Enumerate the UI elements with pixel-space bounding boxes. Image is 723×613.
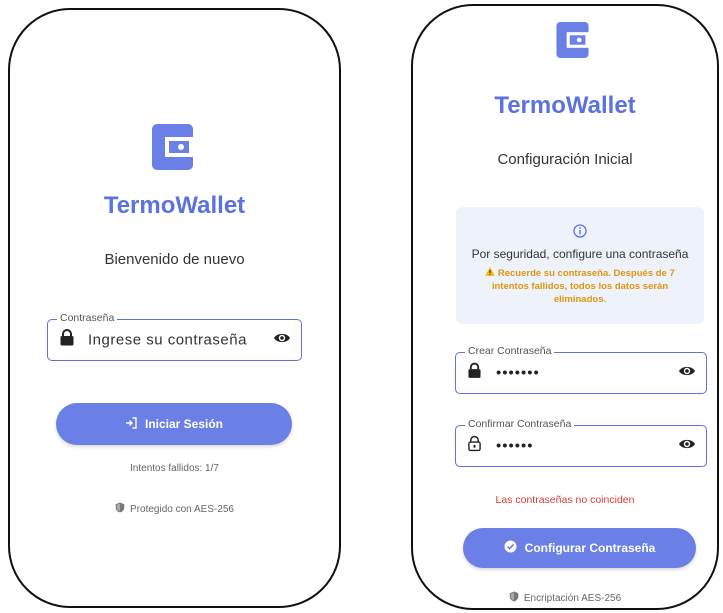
- wallet-icon: [152, 124, 193, 170]
- password-field[interactable]: Contraseña Ingrese su contraseña: [47, 312, 302, 361]
- create-password-field[interactable]: Crear Contraseña •••••••: [455, 345, 707, 394]
- shield-icon: [115, 502, 125, 516]
- confirm-password-field[interactable]: Confirmar Contraseña ••••••: [455, 418, 707, 467]
- eye-icon[interactable]: [273, 331, 291, 349]
- wallet-icon: [556, 22, 589, 58]
- create-password-label: Crear Contraseña: [465, 345, 555, 357]
- eye-icon[interactable]: [678, 364, 696, 382]
- encryption-note-text: Encriptación AES-256: [523, 592, 622, 604]
- create-password-value: •••••••: [496, 364, 540, 382]
- login-screen: TermoWallet Bienvenido de nuevo Contrase…: [8, 8, 341, 608]
- check-circle-icon: [504, 540, 517, 556]
- lock-icon: [468, 362, 481, 384]
- info-message: Por seguridad, configure una contraseña: [471, 247, 689, 261]
- failed-attempts: Intentos fallidos: 1/7: [130, 463, 219, 474]
- login-button[interactable]: Iniciar Sesión: [56, 403, 292, 445]
- login-button-label: Iniciar Sesión: [144, 417, 224, 431]
- app-title: TermoWallet: [103, 192, 246, 219]
- confirm-password-label: Confirmar Contraseña: [465, 418, 575, 430]
- eye-icon[interactable]: [678, 437, 696, 455]
- security-note: Protegido con AES-256: [10, 502, 339, 516]
- warning-message: Recuerde su contraseña. Después de 7 int…: [456, 267, 704, 306]
- login-icon: [125, 416, 137, 432]
- lock-open-icon: [468, 435, 481, 457]
- warning-text: Recuerde su contraseña. Después de 7 int…: [491, 268, 675, 305]
- password-mismatch-error: Las contraseñas no coinciden: [495, 494, 635, 506]
- password-label: Contraseña: [57, 312, 118, 324]
- configure-button-label: Configurar Contraseña: [524, 541, 656, 555]
- lock-icon: [60, 329, 74, 351]
- welcome-text: Bienvenido de nuevo: [104, 251, 245, 268]
- info-icon: [573, 224, 587, 243]
- info-box: Por seguridad, configure una contraseña …: [456, 207, 704, 324]
- setup-screen: TermoWallet Configuración Inicial Por se…: [411, 4, 719, 610]
- password-placeholder: Ingrese su contraseña: [88, 331, 247, 349]
- configure-password-button[interactable]: Configurar Contraseña: [463, 528, 696, 568]
- app-title: TermoWallet: [494, 92, 636, 119]
- confirm-password-value: ••••••: [496, 437, 534, 455]
- warning-icon: [485, 267, 498, 279]
- setup-subtitle: Configuración Inicial: [497, 151, 633, 168]
- shield-icon: [509, 591, 519, 605]
- encryption-note: Encriptación AES-256: [413, 591, 717, 605]
- security-note-text: Protegido con AES-256: [130, 503, 234, 515]
